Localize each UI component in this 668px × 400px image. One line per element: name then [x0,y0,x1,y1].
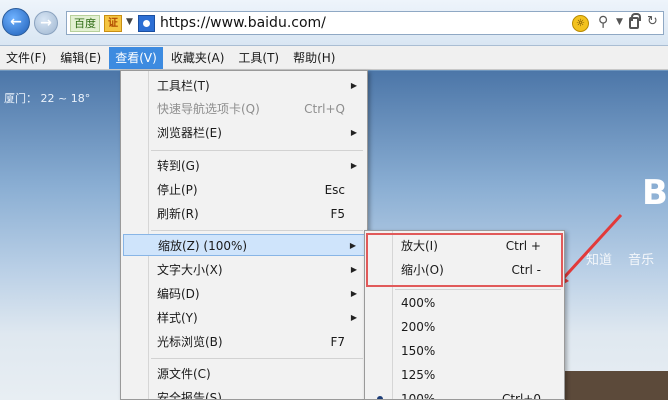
refresh-icon[interactable]: ↻ [647,14,658,29]
menu-item-encoding[interactable]: 编码(D) ▶ [123,283,365,305]
menu-separator [395,289,561,290]
menu-edit[interactable]: 编辑(E) [54,47,107,69]
menu-item-zoom-200[interactable]: 200% [367,316,563,338]
background-image-strip [560,371,668,400]
menu-item-zoom-125[interactable]: 125% [367,364,563,386]
submenu-arrow-icon: ▶ [349,241,356,250]
forward-button[interactable]: → [34,11,58,35]
menu-item-explorer-bars[interactable]: 浏览器栏(E) ▶ [123,122,365,144]
menu-file[interactable]: 文件(F) [0,47,52,69]
menu-item-zoom-100[interactable]: 100% Ctrl+0 [367,388,563,399]
menu-item-caret-browsing[interactable]: 光标浏览(B) F7 [123,331,365,353]
url-box[interactable]: 百度 证 ▼ https://www.baidu.com/ ☼ ⚲ ▼ ↻ [66,11,664,35]
forward-arrow-icon: → [40,15,52,31]
menu-item-quick-tabs: 快速导航选项卡(Q) Ctrl+Q [157,102,345,116]
menu-item-stop[interactable]: 停止(P) Esc [123,179,365,201]
back-button[interactable]: ← [2,8,30,36]
submenu-arrow-icon: ▶ [350,161,357,170]
site-favicon-icon [138,15,155,32]
address-bar: ← → 百度 证 ▼ https://www.baidu.com/ ☼ ⚲ ▼ … [0,0,668,46]
submenu-arrow-icon: ▶ [350,265,357,274]
submenu-arrow-icon: ▶ [350,313,357,322]
menu-item-goto[interactable]: 转到(G) ▶ [123,155,365,177]
submenu-arrow-icon: ▶ [350,128,357,137]
menu-item-zoom-out[interactable]: 缩小(O) Ctrl - [367,259,563,281]
menu-item-text-size[interactable]: 文字大小(X) ▶ [123,259,365,281]
submenu-arrow-icon: ▶ [350,81,357,90]
menu-tools[interactable]: 工具(T) [232,47,285,69]
search-icon[interactable]: ⚲ [598,14,608,30]
menu-item-zoom-in[interactable]: 放大(I) Ctrl + [367,235,563,257]
menu-favorites[interactable]: 收藏夹(A) [165,47,231,69]
zoom-submenu: 放大(I) Ctrl + 缩小(O) Ctrl - 400% 200% 150%… [364,230,565,400]
submenu-arrow-icon: ▶ [350,289,357,298]
menu-view[interactable]: 查看(V) [109,46,163,69]
menu-separator [151,358,363,359]
lock-icon[interactable] [629,13,641,29]
menu-separator [151,150,363,151]
certificate-badge[interactable]: 证 [104,15,122,32]
menu-help[interactable]: 帮助(H) [287,47,341,69]
menu-item-style[interactable]: 样式(Y) ▶ [123,307,365,329]
menu-bar: 文件(F) 编辑(E) 查看(V) 收藏夹(A) 工具(T) 帮助(H) [0,46,668,70]
menu-separator [151,230,363,231]
url-input[interactable]: https://www.baidu.com/ [160,15,326,31]
menu-item-zoom-400[interactable]: 400% [367,292,563,314]
menu-item-toolbars[interactable]: 工具栏(T) ▶ [123,75,365,97]
search-engine-label[interactable]: 百度 [70,15,100,32]
back-arrow-icon: ← [10,14,22,30]
chevron-down-icon[interactable]: ▼ [126,17,133,27]
view-menu-dropdown: 工具栏(T) ▶ 快速导航选项卡(Q) Ctrl+Q 浏览器栏(E) ▶ 转到(… [120,70,368,400]
menu-item-zoom[interactable]: 缩放(Z) (100%) ▶ [123,234,365,256]
menu-item-refresh[interactable]: 刷新(R) F5 [123,203,365,225]
baidu-logo: B [642,173,668,213]
address-dropdown-icon[interactable]: ▼ [616,17,623,27]
weather-widget[interactable]: 厦门： 22 ~ 18° [4,90,90,106]
menu-item-source[interactable]: 源文件(C) [123,363,365,385]
compatibility-view-icon[interactable]: ☼ [572,15,589,32]
menu-item-security-report[interactable]: 安全报告(S) [123,387,365,399]
menu-item-zoom-150[interactable]: 150% [367,340,563,362]
selected-bullet-icon [377,396,383,399]
nav-link-music[interactable]: 音乐 [628,253,654,268]
